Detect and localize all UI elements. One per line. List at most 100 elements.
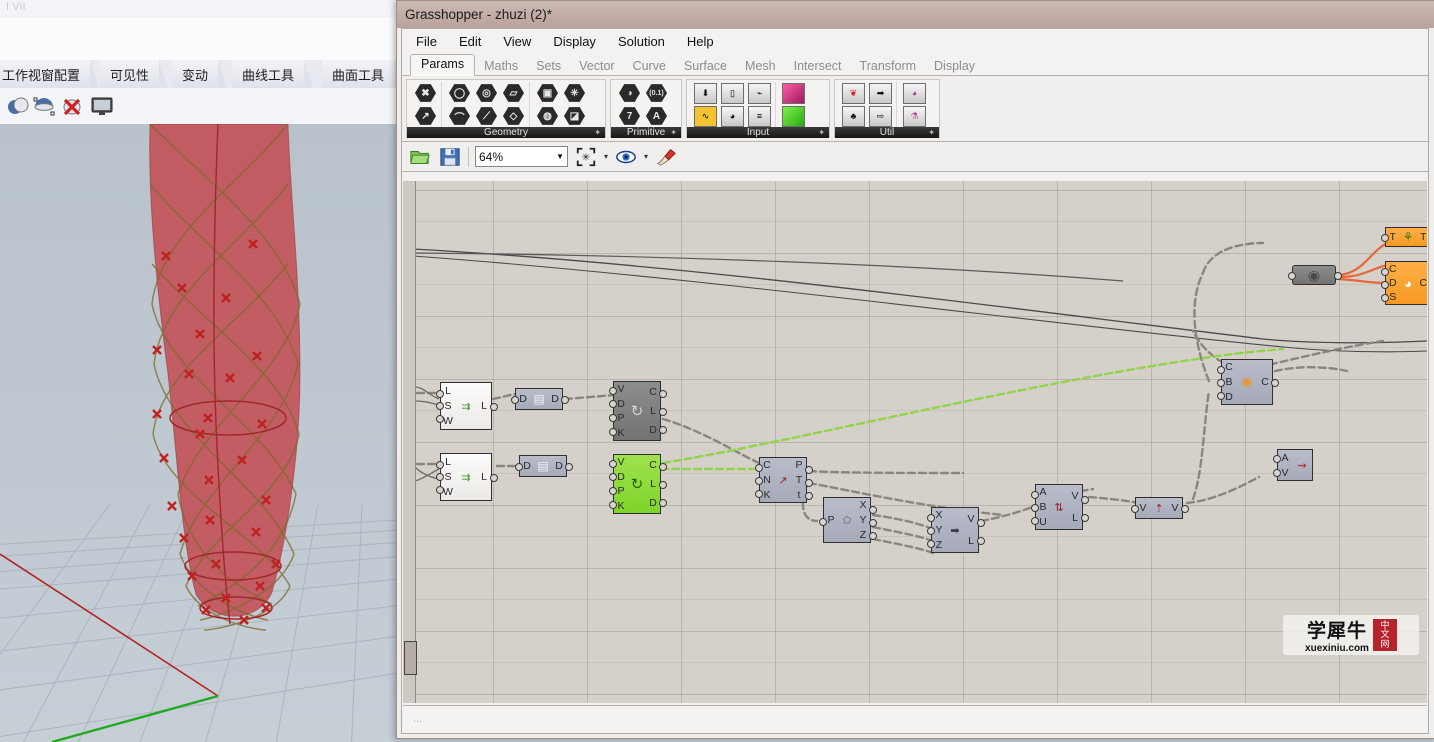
port-in[interactable] [436, 390, 444, 398]
port-in[interactable] [436, 486, 444, 494]
port-in[interactable] [1131, 505, 1139, 513]
port-out[interactable] [805, 466, 813, 474]
port-out[interactable] [977, 519, 985, 527]
node-outputs[interactable]: T [1417, 228, 1428, 246]
gradient-control-icon[interactable]: ⌁ [747, 82, 772, 104]
preview-dropdown-icon[interactable]: ▾ [644, 152, 648, 161]
mesh-face-icon[interactable]: ◇ [501, 105, 526, 127]
tab-vector[interactable]: Vector [570, 57, 623, 76]
canvas-vertical-scrollbar[interactable] [403, 181, 417, 703]
plane-surface-icon[interactable]: ▱ [501, 82, 526, 104]
port-in[interactable] [1217, 366, 1225, 374]
zoom-extents-dropdown-icon[interactable]: ▾ [604, 152, 608, 161]
port-out[interactable] [1334, 272, 1342, 280]
tab-sets[interactable]: Sets [527, 57, 570, 76]
cluster-icon[interactable]: ◕ [902, 82, 927, 104]
tab-intersect[interactable]: Intersect [785, 57, 851, 76]
port-in[interactable] [1381, 281, 1389, 289]
loft-surface-node[interactable]: C B D ◉ C [1221, 359, 1273, 405]
rhino-tab-viewport-config[interactable]: 工作视窗配置 [0, 60, 100, 88]
port-out[interactable] [869, 506, 877, 514]
data-arrow-icon[interactable]: ➡ [868, 82, 893, 104]
menu-solution[interactable]: Solution [618, 34, 665, 49]
document-toolbar[interactable]: 64% ▼ ✳ ▾ ▾ [402, 142, 1428, 172]
data-tree-icon[interactable]: ♣ [841, 105, 866, 127]
port-out[interactable] [659, 390, 667, 398]
port-in[interactable] [436, 415, 444, 423]
node-outputs[interactable]: L [477, 383, 491, 429]
data-node-bottom[interactable]: D ▤ D [519, 455, 567, 477]
zoom-level-select[interactable]: 64% ▼ [475, 146, 568, 167]
node-outputs[interactable]: V [1168, 498, 1182, 518]
sphere-shade-icon[interactable] [6, 94, 30, 118]
unit-vector-node[interactable]: V ⇡ V [1135, 497, 1183, 519]
tab-display[interactable]: Display [925, 57, 984, 76]
port-in[interactable] [436, 461, 444, 469]
node-outputs[interactable]: P T t [792, 458, 806, 502]
open-folder-icon[interactable] [408, 146, 432, 168]
eye-preview-icon[interactable] [614, 146, 638, 168]
port-out[interactable] [659, 408, 667, 416]
monitor-icon[interactable] [90, 94, 114, 118]
circle-icon[interactable]: ◯ [447, 82, 472, 104]
port-in[interactable] [609, 473, 617, 481]
integer-icon[interactable]: 7 [617, 105, 642, 127]
divide-curve-node-green[interactable]: V D P K ↻ C L D [613, 454, 661, 514]
rhino-tab-curve-tools[interactable]: 曲线工具 [232, 60, 314, 88]
rhino-tab-transform[interactable]: 变动 [172, 60, 228, 88]
divide-length-node-bottom[interactable]: L S W ⇉ L [440, 453, 492, 501]
curve-icon[interactable]: ⌒ [447, 105, 472, 127]
amplitude-node[interactable]: A V ⇝ [1277, 449, 1313, 481]
relay-knob-node[interactable]: ◉ [1292, 265, 1336, 285]
port-in[interactable] [609, 387, 617, 395]
port-out[interactable] [977, 537, 985, 545]
port-in[interactable] [755, 464, 763, 472]
port-in[interactable] [609, 460, 617, 468]
divide-curve-node-top[interactable]: V D P K ↻ C L D [613, 381, 661, 441]
rhino-tab-visibility[interactable]: 可见性 [100, 60, 169, 88]
tab-maths[interactable]: Maths [475, 57, 527, 76]
chevron-down-icon[interactable]: ▼ [556, 152, 564, 161]
expand-arrow-icon[interactable]: ✦ [594, 128, 601, 137]
divide-length-node-top[interactable]: L S W ⇉ L [440, 382, 492, 430]
canvas-scrollbar-thumb[interactable] [404, 641, 417, 675]
menu-view[interactable]: View [503, 34, 531, 49]
menu-display[interactable]: Display [553, 34, 596, 49]
menu-file[interactable]: File [416, 34, 437, 49]
evaluate-vector-node[interactable]: A B U ⇅ V L [1035, 484, 1083, 530]
node-outputs[interactable]: C L D [646, 382, 660, 440]
port-out[interactable] [805, 492, 813, 500]
plant-preview-node[interactable]: T ⚘ T [1385, 227, 1427, 247]
node-outputs[interactable]: C [1417, 262, 1427, 304]
point-curve-icon[interactable]: ⟋ [474, 105, 499, 127]
port-in[interactable] [511, 396, 519, 404]
port-in[interactable] [1288, 272, 1296, 280]
number-icon[interactable]: (0.1) [644, 82, 669, 104]
port-in[interactable] [1381, 234, 1389, 242]
grasshopper-titlebar[interactable]: Grasshopper - zhuzi (2)* [397, 1, 1434, 28]
port-in[interactable] [927, 527, 935, 535]
port-in[interactable] [609, 428, 617, 436]
port-out[interactable] [1271, 379, 1279, 387]
grasshopper-canvas[interactable]: L S W ⇉ L L S W ⇉ L D ▤ D D ▤ D V D P K … [403, 181, 1427, 703]
gradient-icon[interactable] [781, 82, 806, 104]
data-node-top[interactable]: D ▤ D [515, 388, 563, 410]
port-in[interactable] [1031, 517, 1039, 525]
curve-closest-point-node[interactable]: C N K ↗ P T t [759, 457, 807, 503]
tab-params[interactable]: Params [410, 54, 476, 76]
port-out[interactable] [490, 403, 498, 411]
rhino-tab-surface-tools[interactable]: 曲面工具 [322, 60, 404, 88]
port-in[interactable] [609, 487, 617, 495]
node-outputs[interactable]: L [477, 454, 491, 500]
expand-arrow-icon[interactable]: ✦ [670, 128, 677, 137]
hemisphere-icon[interactable] [32, 94, 56, 118]
save-disk-icon[interactable] [438, 146, 462, 168]
port-out[interactable] [490, 474, 498, 482]
deconstruct-point-node[interactable]: P ⬠ X Y Z [823, 497, 871, 543]
node-outputs[interactable]: V L [1068, 485, 1082, 529]
menu-edit[interactable]: Edit [459, 34, 481, 49]
relay-arrow-icon[interactable]: ⇨ [868, 105, 893, 127]
port-out[interactable] [1181, 505, 1189, 513]
port-in[interactable] [1031, 491, 1039, 499]
vector-arrow-icon[interactable]: ↗ [413, 105, 438, 127]
